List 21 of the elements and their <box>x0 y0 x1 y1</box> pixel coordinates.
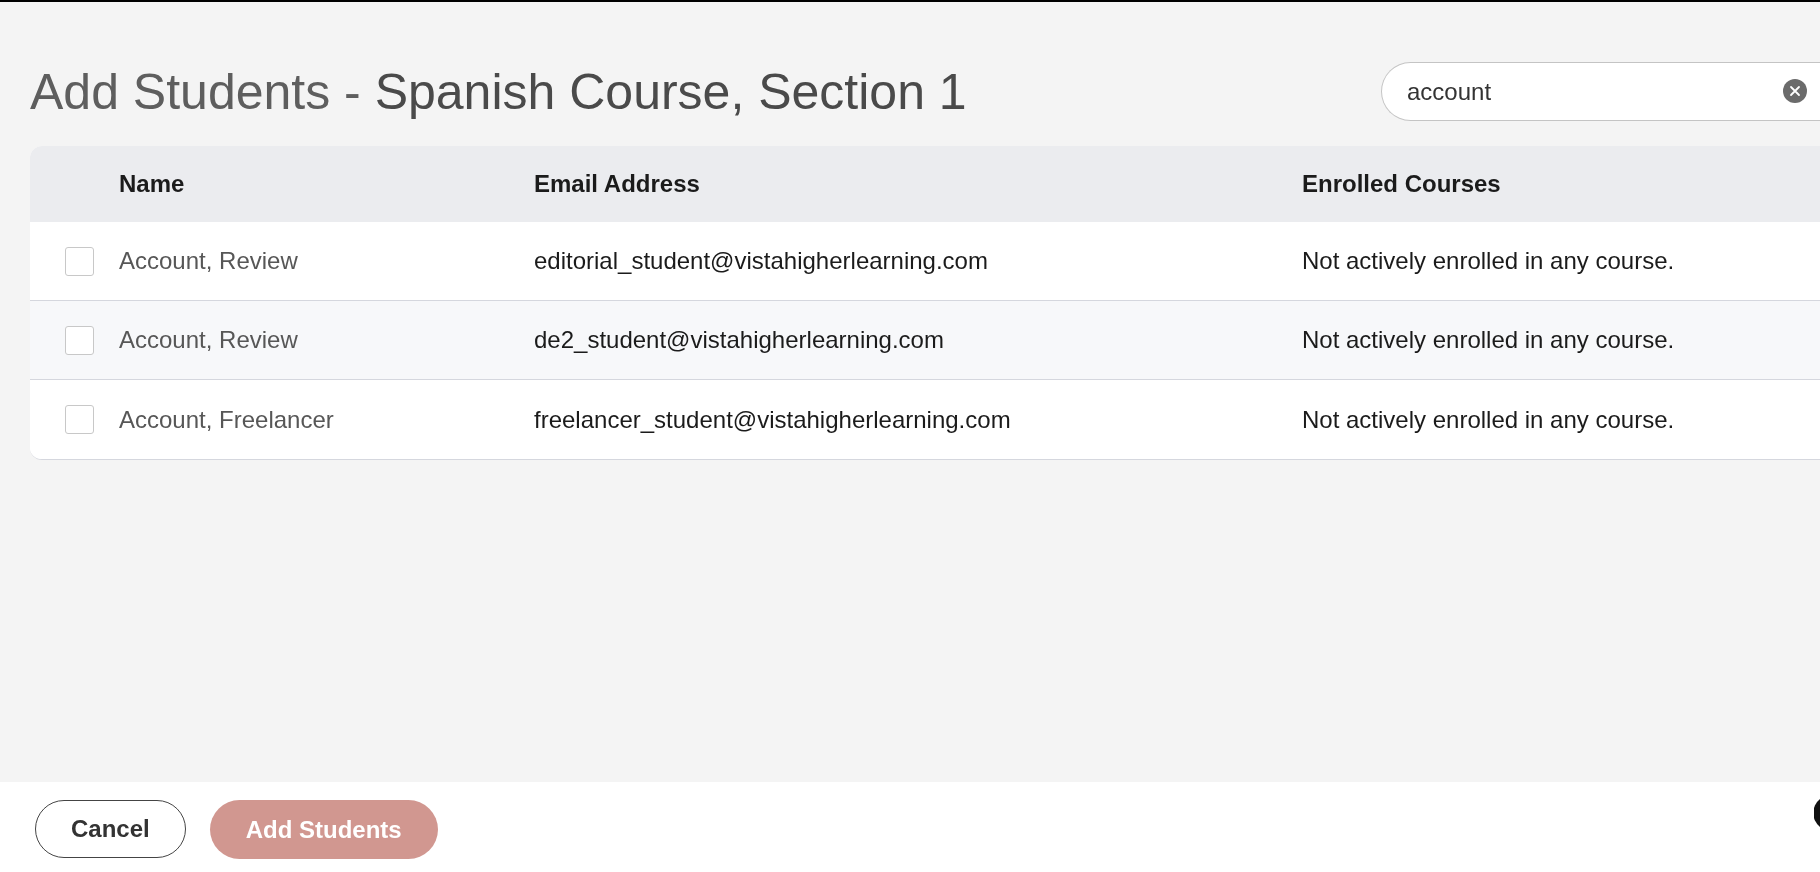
checkbox[interactable] <box>65 405 94 434</box>
table-row[interactable]: Account, Review de2_student@vistahigherlearning.com Not actively enrolled in any course. <box>30 301 1820 380</box>
cancel-button[interactable]: Cancel <box>35 800 186 858</box>
column-header: Email Address <box>534 169 700 199</box>
page-title: Add Students - Spanish Course, Section 1 <box>30 66 967 117</box>
column-header: Name <box>119 169 185 199</box>
checkbox[interactable] <box>65 325 94 355</box>
checkbox[interactable] <box>65 246 94 276</box>
table-cell-text: de2_student@vistahigherlearning.com <box>534 325 944 355</box>
table-cell-text: Not actively enrolled in any course. <box>1302 325 1675 355</box>
column-header: Enrolled Courses <box>1302 169 1501 199</box>
table-cell-text: freelancer_student@vistahigherlearning.com <box>534 404 1011 435</box>
table-cell-text: Account, Freelancer <box>119 404 334 435</box>
table-cell-text: editorial_student@vistahigherlearning.com <box>534 246 988 276</box>
table-cell-text: Not actively enrolled in any course. <box>1302 404 1675 435</box>
table-cell-text: Account, Review <box>119 325 298 355</box>
search-field[interactable]: account <box>1381 62 1820 121</box>
circle-edge-icon <box>1814 799 1820 827</box>
clear-icon[interactable] <box>1783 79 1807 103</box>
table-cell-text: Not actively enrolled in any course. <box>1302 246 1675 276</box>
table-cell-text: Account, Review <box>119 246 298 276</box>
